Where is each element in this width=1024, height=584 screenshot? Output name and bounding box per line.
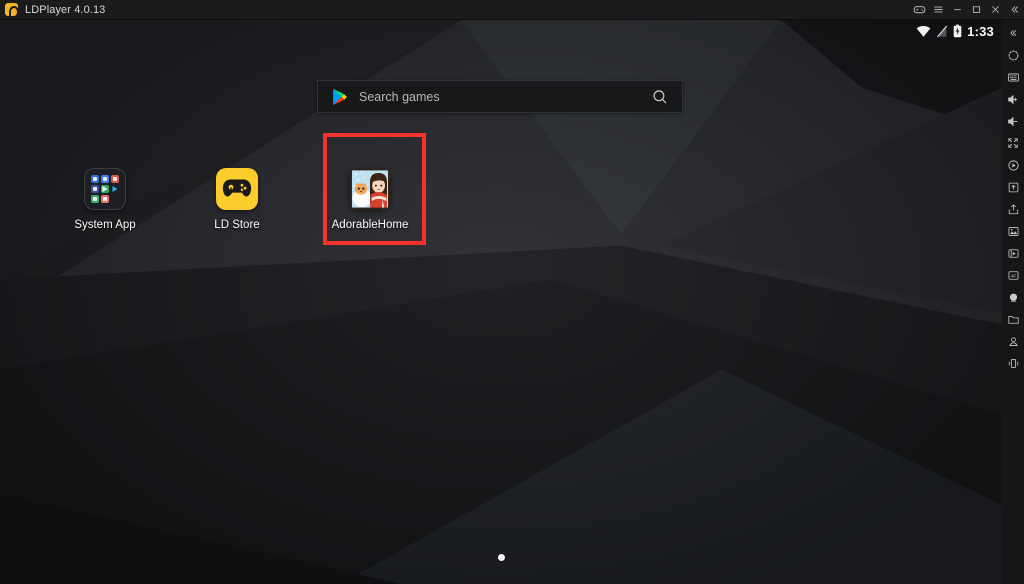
fullscreen-icon[interactable] — [1002, 132, 1024, 154]
window-titlebar: LDPlayer 4.0.13 — [0, 0, 1024, 20]
app-icon-system-app[interactable]: System App — [60, 168, 150, 231]
gamepad-icon — [216, 168, 258, 210]
right-sidebar: 4F — [1002, 20, 1024, 584]
multi-instance-icon[interactable]: 4F — [1002, 264, 1024, 286]
menu-icon[interactable] — [929, 0, 948, 20]
folder-icon — [84, 168, 126, 210]
app-icon-adorable-home[interactable]: AdorableHome — [325, 168, 415, 231]
ldplayer-logo-icon — [5, 3, 19, 18]
app-label: LD Store — [214, 219, 260, 231]
keyboard-icon[interactable] — [1002, 66, 1024, 88]
app-label: AdorableHome — [331, 219, 409, 231]
gamepad-icon[interactable] — [910, 0, 929, 20]
install-apk-icon[interactable] — [1002, 176, 1024, 198]
game-artwork-icon — [349, 168, 391, 210]
window-title: LDPlayer 4.0.13 — [25, 3, 106, 16]
shared-folder-upload-icon[interactable] — [1002, 198, 1024, 220]
collapse-icon[interactable] — [1002, 22, 1024, 44]
page-indicator — [0, 554, 1002, 561]
close-icon[interactable] — [986, 0, 1005, 20]
video-record-icon[interactable] — [1002, 242, 1024, 264]
volume-down-icon[interactable] — [1002, 110, 1024, 132]
screenshot-icon[interactable] — [1002, 220, 1024, 242]
android-screen: 1:33 Search games System App LD Store Ad… — [0, 20, 1002, 584]
macro-record-icon[interactable] — [1002, 154, 1024, 176]
volume-up-icon[interactable] — [1002, 88, 1024, 110]
folder-icon[interactable] — [1002, 308, 1024, 330]
gps-location-icon[interactable] — [1002, 330, 1024, 352]
ldplayer-window: LDPlayer 4.0.13 1:33 Search games System… — [0, 0, 1024, 584]
maximize-icon[interactable] — [967, 0, 986, 20]
page-dot[interactable] — [497, 554, 505, 561]
sync-rotate-icon[interactable] — [1002, 44, 1024, 66]
minimize-icon[interactable] — [948, 0, 967, 20]
window-controls — [910, 0, 1024, 20]
app-grid: System App LD Store AdorableHome — [0, 20, 1002, 584]
svg-text:4F: 4F — [1010, 273, 1016, 279]
shake-icon[interactable] — [1002, 286, 1024, 308]
collapse-sidebar-icon[interactable] — [1005, 0, 1024, 20]
app-icon-ld-store[interactable]: LD Store — [192, 168, 282, 231]
app-label: System App — [74, 219, 136, 231]
vibrate-icon[interactable] — [1002, 352, 1024, 374]
